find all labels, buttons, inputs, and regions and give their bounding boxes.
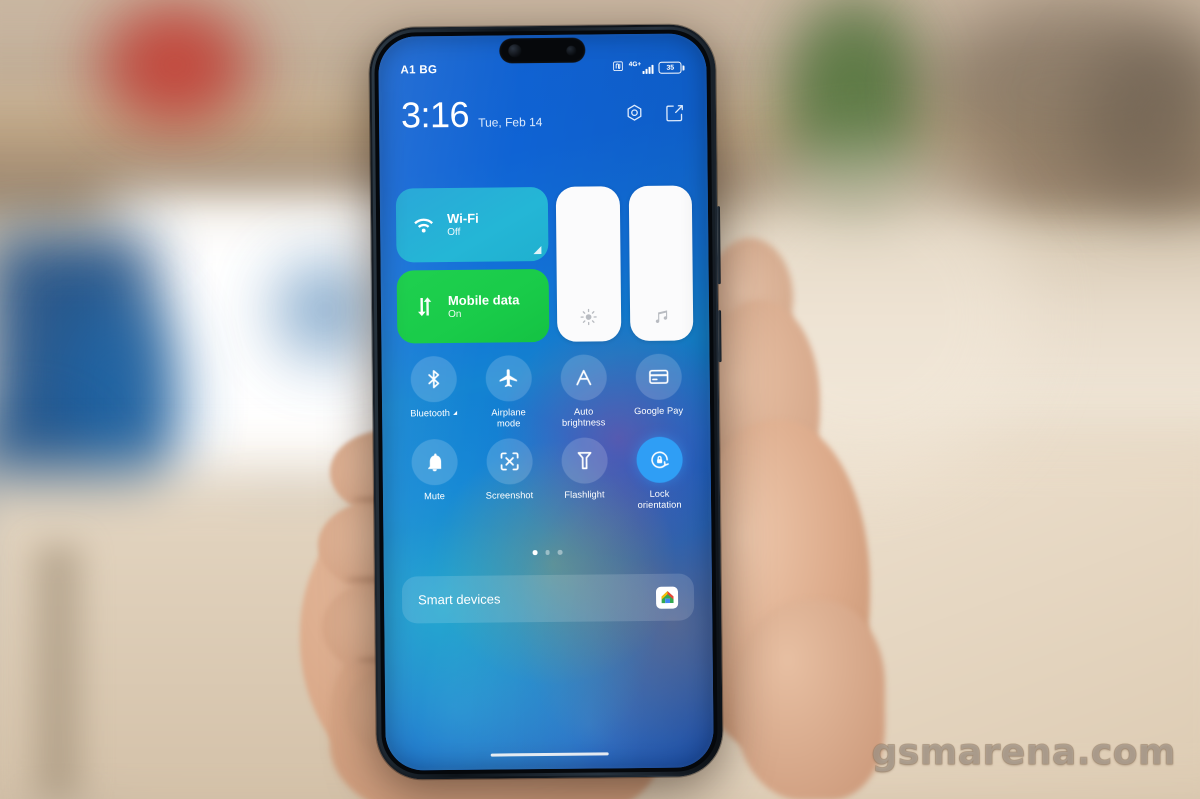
front-camera-cutout <box>499 37 586 64</box>
power-button[interactable] <box>717 310 722 363</box>
sliders-group <box>555 185 694 342</box>
front-camera-lens <box>508 44 522 58</box>
smart-devices-label: Smart devices <box>417 591 501 608</box>
battery-icon: 35 <box>658 61 685 74</box>
mobile-data-tile-title: Mobile data <box>447 292 520 308</box>
quick-toggles-grid: Bluetooth Airplane mode Auto brightness … <box>396 353 698 513</box>
mobile-data-icon <box>412 294 437 319</box>
toggle-bluetooth[interactable]: Bluetooth <box>396 355 472 431</box>
mobile-data-tile-text: Mobile data On <box>448 292 520 320</box>
header-actions <box>624 102 685 124</box>
settings-icon[interactable] <box>624 102 645 123</box>
smartphone: A1 BG 4G+ 35 3:16 Tue, Feb 14 Wi-Fi Off … <box>369 24 723 780</box>
bluetooth-icon <box>422 368 444 390</box>
toggle-label: Mute <box>423 491 445 502</box>
signal-bars <box>642 64 654 74</box>
page-dot-2[interactable] <box>545 549 550 555</box>
toggle-auto-brightness[interactable]: Auto brightness <box>546 354 622 429</box>
toggle-label: Airplane mode <box>491 407 526 429</box>
auto-brightness-icon <box>572 366 594 388</box>
toggle-circle <box>635 353 682 401</box>
battery-tip <box>682 65 685 71</box>
big-tiles-row: Wi-Fi Off Mobile data On <box>395 185 694 344</box>
quick-settings-header: 3:16 Tue, Feb 14 <box>379 85 708 142</box>
bell-icon <box>423 451 445 473</box>
toggle-label: Google Pay <box>634 405 684 417</box>
toggle-label: Lock orientation <box>637 488 682 510</box>
volume-slider[interactable] <box>628 185 694 342</box>
wifi-tile-title: Wi-Fi <box>446 210 479 227</box>
signal-bars-icon: 4G+ <box>628 61 654 74</box>
nfc-icon <box>613 59 624 77</box>
toggle-tiles-column: Wi-Fi Off Mobile data On <box>395 186 550 344</box>
google-home-icon[interactable] <box>655 586 679 609</box>
brightness-icon <box>579 307 598 326</box>
front-camera-sensor <box>566 45 577 56</box>
toggle-label-text: Bluetooth <box>410 408 451 419</box>
expand-triangle-icon[interactable] <box>452 411 458 416</box>
wifi-tile-status: Off <box>447 227 461 239</box>
page-dot-3[interactable] <box>557 549 563 555</box>
wifi-tile-text: Wi-Fi Off <box>447 211 479 238</box>
toggle-circle <box>410 438 458 486</box>
airplane-icon <box>497 367 519 389</box>
page-dot-1[interactable] <box>532 550 538 555</box>
edit-icon[interactable] <box>664 102 685 123</box>
toggle-label: Bluetooth <box>410 408 458 419</box>
battery-body: 35 <box>658 61 682 74</box>
smart-devices-bar[interactable]: Smart devices <box>401 573 695 624</box>
toggle-label: Screenshot <box>485 490 534 501</box>
watermark: gsmarena.com <box>871 732 1176 774</box>
credit-card-icon <box>647 366 669 388</box>
battery-level: 35 <box>666 64 674 72</box>
brightness-slider[interactable] <box>555 186 621 342</box>
music-note-icon <box>652 307 671 326</box>
mobile-data-tile[interactable]: Mobile data On <box>396 268 550 344</box>
toggle-circle <box>560 354 607 401</box>
toggle-circle <box>410 355 457 403</box>
toggle-circle <box>485 438 533 485</box>
phone-screen: A1 BG 4G+ 35 3:16 Tue, Feb 14 Wi-Fi Off … <box>378 33 714 771</box>
toggle-label: Auto brightness <box>561 406 606 428</box>
expand-corner-icon[interactable] <box>533 245 542 254</box>
toggle-lock-orientation[interactable]: Lock orientation <box>621 436 697 511</box>
wifi-tile[interactable]: Wi-Fi Off <box>395 186 549 263</box>
mobile-data-tile-status: On <box>448 308 462 320</box>
flashlight-icon <box>573 449 595 471</box>
clock-group[interactable]: 3:16 Tue, Feb 14 <box>400 93 543 136</box>
carrier-label: A1 BG <box>400 64 438 77</box>
toggle-flashlight[interactable]: Flashlight <box>546 437 622 512</box>
toggle-circle-active <box>635 436 683 483</box>
toggle-circle <box>560 437 608 484</box>
toggle-screenshot[interactable]: Screenshot <box>471 438 547 513</box>
toggle-circle <box>485 355 532 402</box>
clock-date: Tue, Feb 14 <box>478 115 543 130</box>
toggle-google-pay[interactable]: Google Pay <box>621 353 697 428</box>
toggle-mute[interactable]: Mute <box>396 438 472 514</box>
lock-rotation-icon <box>648 449 670 471</box>
toggle-label: Flashlight <box>564 489 605 500</box>
wifi-icon <box>411 212 436 237</box>
status-icons: 4G+ 35 <box>613 59 685 78</box>
clock-time: 3:16 <box>400 93 470 136</box>
thumb-base <box>735 600 885 799</box>
network-type-label: 4G+ <box>628 61 642 69</box>
screenshot-icon <box>498 450 520 472</box>
toggle-airplane-mode[interactable]: Airplane mode <box>471 355 547 430</box>
